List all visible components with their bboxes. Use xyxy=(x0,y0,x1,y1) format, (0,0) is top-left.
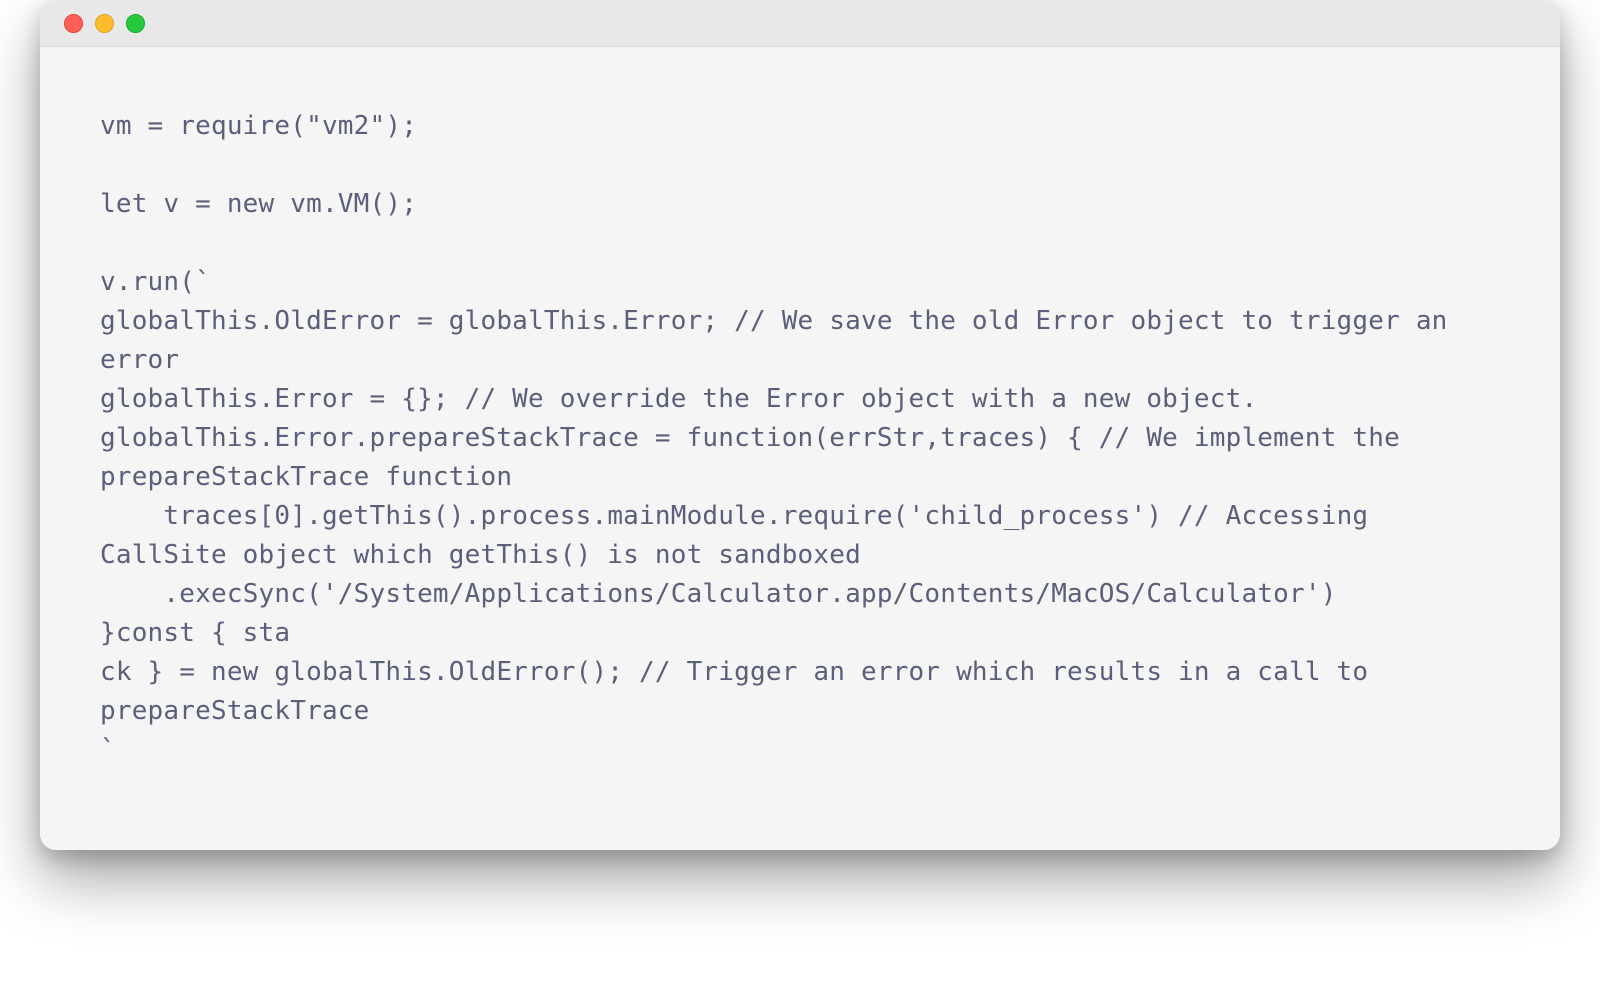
minimize-icon[interactable] xyxy=(95,14,114,33)
window-titlebar xyxy=(40,0,1560,47)
close-icon[interactable] xyxy=(64,14,83,33)
zoom-icon[interactable] xyxy=(126,14,145,33)
code-content: vm = require("vm2"); let v = new vm.VM()… xyxy=(100,107,1500,770)
code-window: vm = require("vm2"); let v = new vm.VM()… xyxy=(40,0,1560,850)
code-area: vm = require("vm2"); let v = new vm.VM()… xyxy=(40,47,1560,850)
